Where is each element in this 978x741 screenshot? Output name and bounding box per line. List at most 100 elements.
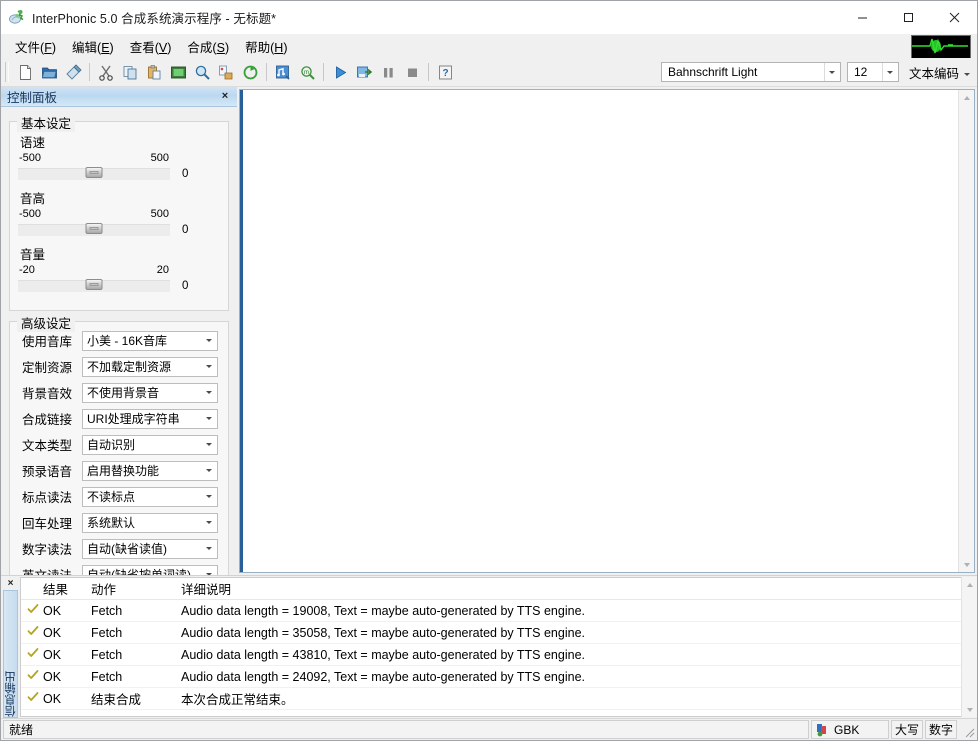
insert-object-icon[interactable] xyxy=(166,60,190,84)
find-icon[interactable] xyxy=(190,60,214,84)
label-voice-library: 使用音库 xyxy=(22,331,82,350)
advanced-row-synth-link: 合成链接 URI处理成字符串 xyxy=(18,408,220,429)
control-panel: 控制面板 × 基本设定 语速 -500 500 xyxy=(1,87,237,575)
cut-icon[interactable] xyxy=(94,60,118,84)
speed-slider[interactable]: -500 500 xyxy=(18,152,170,182)
table-row[interactable]: OK Fetch Audio data length = 24092, Text… xyxy=(21,666,961,688)
toolbar-grip[interactable] xyxy=(4,62,11,82)
scroll-up-icon[interactable] xyxy=(962,577,977,592)
status-encoding[interactable]: GBK xyxy=(811,720,889,739)
app-icon xyxy=(8,8,26,26)
status-caps[interactable]: 大写 xyxy=(891,720,923,739)
synth-file-icon[interactable] xyxy=(271,60,295,84)
chevron-down-icon[interactable] xyxy=(201,540,217,558)
volume-slider[interactable]: -20 20 xyxy=(18,264,170,294)
menu-item-view[interactable]: 查看(V) xyxy=(122,34,180,59)
menu-item-file[interactable]: 文件(F) xyxy=(7,34,64,59)
pitch-max: 500 xyxy=(151,208,169,220)
combo-custom-resource[interactable]: 不加载定制资源 xyxy=(82,357,218,377)
log-vertical-scrollbar[interactable] xyxy=(961,577,977,717)
menu-item-edit[interactable]: 编辑(E) xyxy=(64,34,122,59)
chevron-down-icon[interactable] xyxy=(201,488,217,506)
value-custom-resource: 不加载定制资源 xyxy=(83,358,201,375)
chevron-down-icon xyxy=(964,65,970,79)
save-file-icon[interactable] xyxy=(61,60,85,84)
combo-voice-library[interactable]: 小美 - 16K音库 xyxy=(82,331,218,351)
table-row[interactable]: OK Fetch Audio data length = 43810, Text… xyxy=(21,644,961,666)
combo-text-type[interactable]: 自动识别 xyxy=(82,435,218,455)
minimize-button[interactable] xyxy=(839,1,885,33)
resize-grip-icon[interactable] xyxy=(959,720,977,739)
text-encoding-button[interactable]: 文本编码 xyxy=(903,62,973,82)
new-file-icon[interactable] xyxy=(13,60,37,84)
editor-scroll-track[interactable] xyxy=(959,105,974,557)
log-col-result[interactable]: 结果 xyxy=(21,579,91,598)
menu-item-synth[interactable]: 合成(S) xyxy=(179,34,237,59)
table-row[interactable]: OK Fetch Audio data length = 35058, Text… xyxy=(21,622,961,644)
chevron-down-icon[interactable] xyxy=(201,514,217,532)
editor-page[interactable] xyxy=(243,90,958,572)
scroll-down-icon[interactable] xyxy=(962,702,977,717)
pitch-slider[interactable]: -500 500 xyxy=(18,208,170,238)
chevron-down-icon[interactable] xyxy=(201,566,217,576)
combo-punctuation[interactable]: 不读标点 xyxy=(82,487,218,507)
chevron-down-icon[interactable] xyxy=(201,332,217,350)
advanced-row-voice-library: 使用音库 小美 - 16K音库 xyxy=(18,330,220,351)
chevron-down-icon[interactable] xyxy=(201,384,217,402)
table-row[interactable]: OK 结束合成 本次合成正常结束。 xyxy=(21,688,961,710)
combo-return-handling[interactable]: 系统默认 xyxy=(82,513,218,533)
toolbar-separator xyxy=(89,63,90,81)
close-button[interactable] xyxy=(931,1,977,33)
log-col-action[interactable]: 动作 xyxy=(91,579,181,598)
stop-icon[interactable] xyxy=(400,60,424,84)
combo-prerecorded[interactable]: 启用替换功能 xyxy=(82,461,218,481)
combo-number-reading[interactable]: 自动(缺省读值) xyxy=(82,539,218,559)
chevron-down-icon[interactable] xyxy=(201,410,217,428)
output-dock-tab[interactable]: 信息输出 xyxy=(3,590,18,718)
value-background-sound: 不使用背景音 xyxy=(83,384,201,401)
scroll-up-icon[interactable] xyxy=(959,90,974,105)
save-audio-icon[interactable] xyxy=(352,60,376,84)
log-scroll-track[interactable] xyxy=(962,592,977,702)
menu-item-help[interactable]: 帮助(H) xyxy=(237,34,295,59)
label-custom-resource: 定制资源 xyxy=(22,357,82,376)
text-editor[interactable] xyxy=(239,89,975,573)
status-encoding-label: GBK xyxy=(834,723,859,737)
pause-icon[interactable] xyxy=(376,60,400,84)
chevron-down-icon[interactable] xyxy=(824,63,840,81)
pitch-value: 0 xyxy=(182,224,188,236)
refresh-icon[interactable] xyxy=(238,60,262,84)
copy-icon[interactable] xyxy=(118,60,142,84)
speed-max: 500 xyxy=(151,152,169,164)
table-row[interactable]: OK Fetch Audio data length = 19008, Text… xyxy=(21,600,961,622)
chevron-down-icon[interactable] xyxy=(201,436,217,454)
advanced-row-return-handling: 回车处理 系统默认 xyxy=(18,512,220,533)
control-panel-close-button[interactable]: × xyxy=(217,88,233,104)
speed-slider-thumb[interactable] xyxy=(86,167,103,178)
open-file-icon[interactable] xyxy=(37,60,61,84)
font-size-combo[interactable]: 12 xyxy=(847,62,899,82)
replace-icon[interactable] xyxy=(214,60,238,84)
speed-min: -500 xyxy=(19,152,41,164)
combo-background-sound[interactable]: 不使用背景音 xyxy=(82,383,218,403)
editor-vertical-scrollbar[interactable] xyxy=(958,90,974,572)
maximize-button[interactable] xyxy=(885,1,931,33)
chevron-down-icon[interactable] xyxy=(882,63,898,81)
paste-icon[interactable] xyxy=(142,60,166,84)
status-num[interactable]: 数字 xyxy=(925,720,957,739)
scroll-down-icon[interactable] xyxy=(959,557,974,572)
play-icon[interactable] xyxy=(328,60,352,84)
preview-icon[interactable]: m xyxy=(295,60,319,84)
volume-slider-thumb[interactable] xyxy=(86,279,103,290)
combo-english-reading[interactable]: 自动(缺省按单词读) xyxy=(82,565,218,576)
log-cell-action: Fetch xyxy=(91,604,181,618)
output-dock-close-button[interactable]: × xyxy=(1,576,20,590)
window-controls xyxy=(839,1,977,33)
combo-synth-link[interactable]: URI处理成字符串 xyxy=(82,409,218,429)
font-name-combo[interactable]: Bahnschrift Light xyxy=(661,62,841,82)
help-icon[interactable]: ? xyxy=(433,60,457,84)
pitch-slider-thumb[interactable] xyxy=(86,223,103,234)
chevron-down-icon[interactable] xyxy=(201,358,217,376)
chevron-down-icon[interactable] xyxy=(201,462,217,480)
log-col-detail[interactable]: 详细说明 xyxy=(181,579,961,598)
